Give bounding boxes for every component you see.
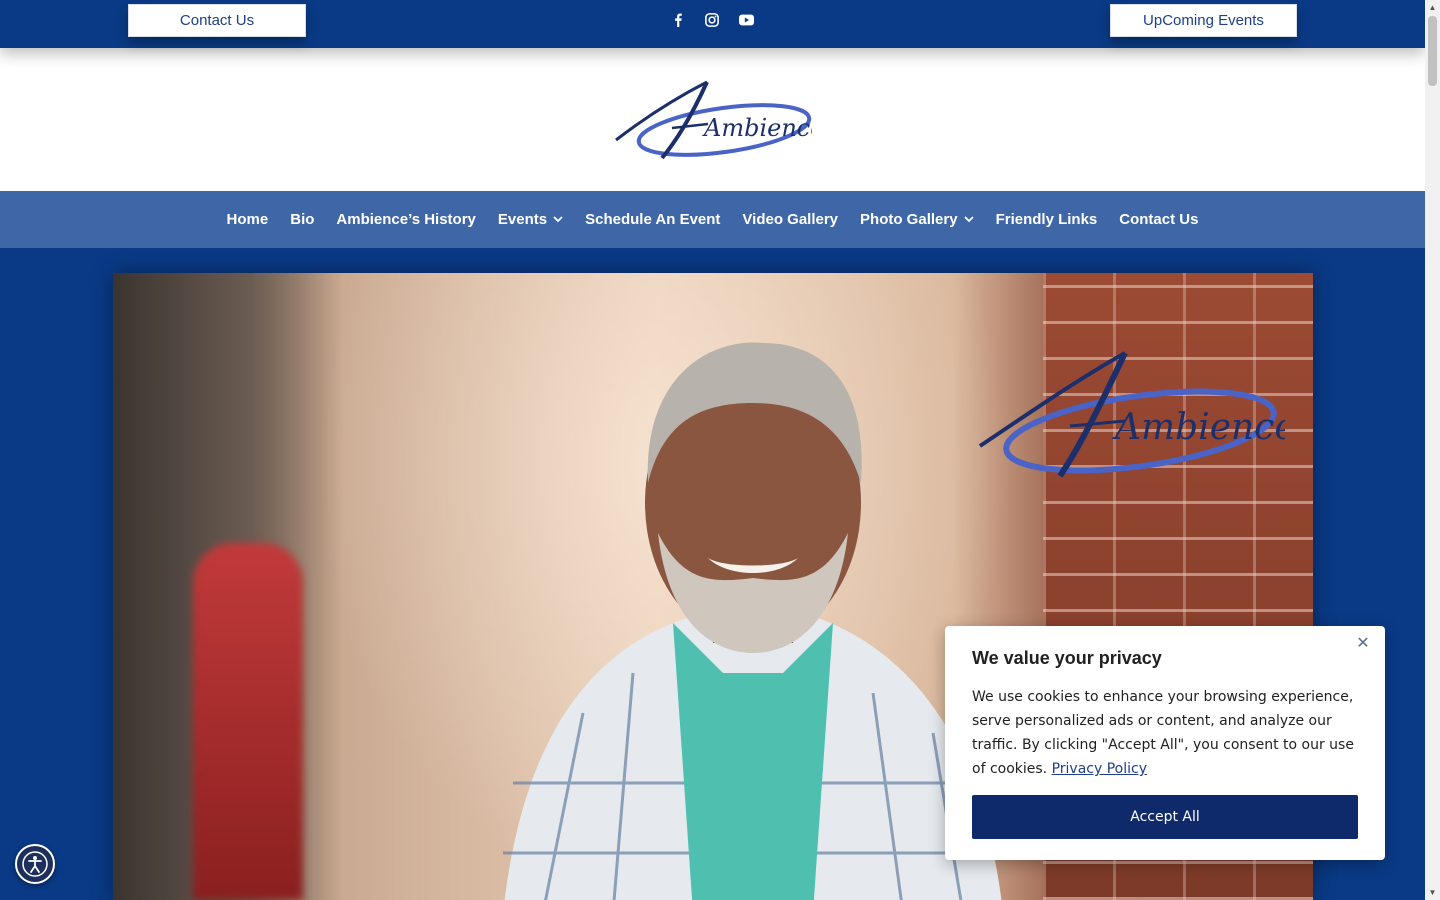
header-logo-band: Ambience xyxy=(0,48,1425,191)
social-links xyxy=(668,10,756,30)
top-bar: Contact Us UpComing Events xyxy=(0,0,1425,48)
cookie-body-text: We use cookies to enhance your browsing … xyxy=(972,689,1354,777)
close-icon[interactable]: ✕ xyxy=(1355,636,1371,652)
privacy-policy-link[interactable]: Privacy Policy xyxy=(1052,761,1147,777)
nav-item-contact-us[interactable]: Contact Us xyxy=(1119,211,1198,228)
nav-item-home[interactable]: Home xyxy=(227,211,269,228)
nav-item-video-gallery[interactable]: Video Gallery xyxy=(742,211,838,228)
contact-us-button[interactable]: Contact Us xyxy=(128,4,306,37)
nav-item-label: Photo Gallery xyxy=(860,211,958,228)
instagram-icon[interactable] xyxy=(702,10,722,30)
nav-item-label: Bio xyxy=(290,211,315,228)
ambience-logo[interactable]: Ambience xyxy=(612,80,812,164)
nav-item-label: Home xyxy=(226,211,269,228)
nav-item-bio[interactable]: Bio xyxy=(290,211,314,228)
youtube-icon[interactable] xyxy=(736,10,756,30)
nav-item-label: Contact Us xyxy=(1119,211,1199,228)
chevron-down-icon xyxy=(963,215,974,226)
nav-item-schedule-an-event[interactable]: Schedule An Event xyxy=(585,211,720,228)
hero-ambience-logo: Ambience xyxy=(978,351,1285,478)
nav-item-label: Schedule An Event xyxy=(585,211,721,228)
hero-portrait xyxy=(503,342,1013,900)
scroll-up-arrow-icon[interactable]: ▲ xyxy=(1425,0,1440,15)
cookie-title: We value your privacy xyxy=(972,648,1162,668)
nav-item-label: Events xyxy=(497,211,548,228)
nav-item-label: Friendly Links xyxy=(995,211,1098,228)
chevron-down-icon xyxy=(553,215,563,226)
main-navigation: Home Bio Ambience’s History Events Schedule … xyxy=(0,191,1425,248)
scrollbar[interactable]: ▲ ▼ xyxy=(1425,0,1440,900)
scroll-down-arrow-icon[interactable]: ▼ xyxy=(1425,885,1440,900)
logo-wordmark: Ambience xyxy=(702,114,812,142)
nav-item-events[interactable]: Events xyxy=(498,211,563,228)
hero-logo-wordmark: Ambience xyxy=(1112,407,1285,448)
cookie-consent-banner: ✕ We value your privacy We use cookies t… xyxy=(945,626,1385,860)
upcoming-events-button[interactable]: UpComing Events xyxy=(1110,4,1297,37)
cookie-body: We use cookies to enhance your browsing … xyxy=(972,685,1358,781)
nav-item-ambience-s-history[interactable]: Ambience’s History xyxy=(336,211,476,228)
nav-item-photo-gallery[interactable]: Photo Gallery xyxy=(860,211,974,228)
accept-all-button[interactable]: Accept All xyxy=(972,795,1358,839)
accessibility-icon[interactable] xyxy=(15,844,55,884)
nav-item-friendly-links[interactable]: Friendly Links xyxy=(996,211,1098,228)
nav-list: Home Bio Ambience’s History Events Schedule … xyxy=(227,211,1199,228)
facebook-icon[interactable] xyxy=(668,10,688,30)
nav-item-label: Ambience’s History xyxy=(336,211,476,228)
hero-red-bag xyxy=(193,543,303,900)
nav-item-label: Video Gallery xyxy=(742,211,839,228)
scrollbar-thumb[interactable] xyxy=(1428,16,1437,86)
